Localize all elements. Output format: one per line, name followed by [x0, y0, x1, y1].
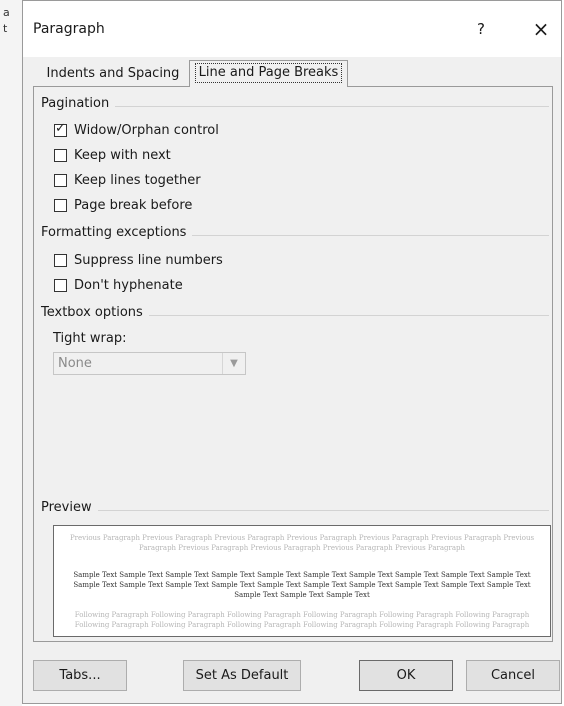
button-label: Tabs...: [59, 668, 101, 683]
checkbox-label: Keep lines together: [74, 172, 201, 188]
checkbox-box[interactable]: ✓: [54, 120, 67, 137]
widow-orphan-control-checkbox[interactable]: ✓ Widow/Orphan control: [54, 120, 219, 140]
tight-wrap-label: Tight wrap:: [53, 331, 127, 346]
edge-text: a: [3, 6, 10, 19]
suppress-line-numbers-checkbox[interactable]: Suppress line numbers: [54, 250, 223, 270]
checkbox-box[interactable]: [54, 148, 67, 162]
dont-hyphenate-checkbox[interactable]: Don't hyphenate: [54, 275, 183, 295]
textbox-options-heading: Textbox options: [41, 305, 149, 320]
set-as-default-button[interactable]: Set As Default: [183, 660, 301, 691]
ok-button[interactable]: OK: [359, 660, 453, 691]
checkbox-box[interactable]: [54, 278, 67, 292]
formatting-exceptions-group: Formatting exceptions: [41, 225, 549, 245]
tab-indents-and-spacing[interactable]: Indents and Spacing: [38, 62, 188, 86]
cancel-button[interactable]: Cancel: [466, 660, 560, 691]
checkbox-label: Page break before: [74, 197, 193, 213]
tight-wrap-select[interactable]: None ▼: [53, 352, 246, 375]
button-label: Set As Default: [195, 668, 289, 683]
tabs-button[interactable]: Tabs...: [33, 660, 127, 691]
preview-group: Preview: [41, 500, 549, 520]
preview-sample-text: Sample Text Sample Text Sample Text Samp…: [73, 571, 531, 599]
chevron-down-icon[interactable]: ▼: [222, 353, 245, 374]
divider: [41, 510, 549, 511]
button-label: OK: [396, 668, 416, 683]
checkmark-icon: ✓: [55, 120, 66, 136]
help-button[interactable]: ?: [467, 15, 495, 43]
checkbox-box[interactable]: [54, 173, 67, 187]
formatting-exceptions-heading: Formatting exceptions: [41, 225, 193, 240]
tab-label: Line and Page Breaks: [194, 63, 343, 83]
page-break-before-checkbox[interactable]: Page break before: [54, 195, 192, 215]
preview-previous-paragraph: Previous Paragraph Previous Paragraph Pr…: [69, 534, 535, 552]
paragraph-dialog: Paragraph ? × Indents and Spacing Line a…: [22, 0, 562, 704]
tight-wrap-value: None: [58, 356, 92, 371]
keep-lines-together-checkbox[interactable]: Keep lines together: [54, 170, 201, 190]
tab-label: Indents and Spacing: [46, 66, 180, 81]
button-label: Cancel: [490, 668, 536, 683]
edge-text: t: [3, 22, 8, 35]
pagination-group: Pagination: [41, 96, 549, 116]
checkbox-box[interactable]: [54, 253, 67, 267]
preview-following-paragraph: Following Paragraph Following Paragraph …: [74, 611, 530, 629]
tab-line-and-page-breaks[interactable]: Line and Page Breaks: [189, 60, 348, 87]
background-document-edge: a t: [0, 0, 22, 706]
keep-with-next-checkbox[interactable]: Keep with next: [54, 145, 171, 165]
checkbox-label: Widow/Orphan control: [74, 122, 219, 138]
title-bar: Paragraph ? ×: [23, 1, 561, 57]
checkbox-box[interactable]: [54, 198, 67, 212]
dialog-title: Paragraph: [33, 21, 105, 37]
preview-pane: Previous Paragraph Previous Paragraph Pr…: [53, 525, 551, 637]
divider: [41, 106, 549, 107]
preview-heading: Preview: [41, 500, 98, 515]
pagination-heading: Pagination: [41, 96, 116, 111]
textbox-options-group: Textbox options: [41, 305, 549, 325]
checkbox-label: Don't hyphenate: [74, 277, 183, 293]
checkbox-label: Keep with next: [74, 147, 171, 163]
close-button[interactable]: ×: [527, 15, 555, 43]
checkbox-label: Suppress line numbers: [74, 252, 223, 268]
